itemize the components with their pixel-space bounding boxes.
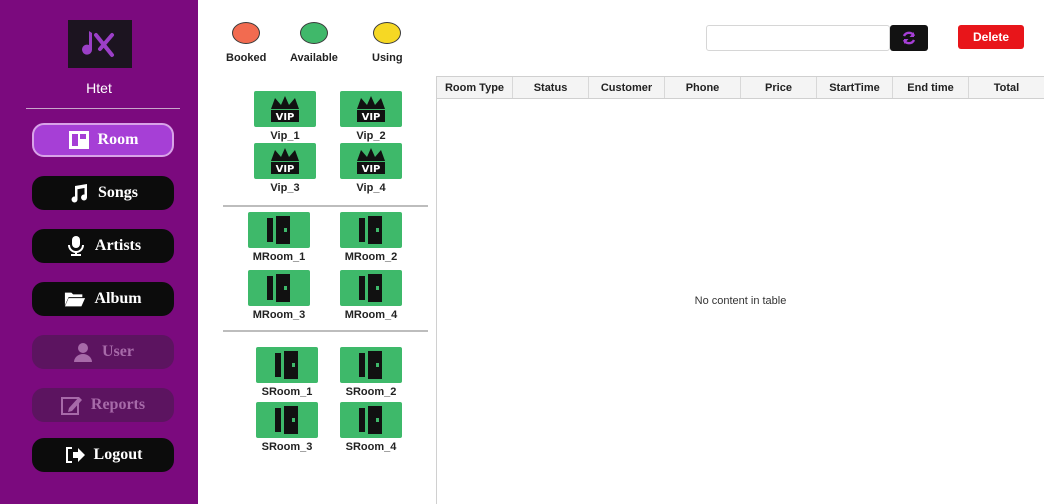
nav-logout-label: Logout xyxy=(93,446,143,463)
section-divider xyxy=(223,330,428,332)
room-label: MRoom_1 xyxy=(252,251,306,263)
nav-album-button[interactable]: Album xyxy=(32,282,174,316)
room-medium-1[interactable]: MRoom_1 xyxy=(248,212,310,263)
door-icon xyxy=(248,212,310,248)
using-indicator xyxy=(373,22,402,44)
room-medium-4[interactable]: MRoom_4 xyxy=(340,270,402,321)
table-header: Room Type Status Customer Phone Price St… xyxy=(437,77,1044,99)
empty-table-message: No content in table xyxy=(694,295,787,307)
search-input[interactable] xyxy=(706,25,890,51)
room-label: Vip_2 xyxy=(356,130,386,142)
room-label: SRoom_2 xyxy=(345,386,397,398)
vip-crown-icon: VIP xyxy=(254,143,316,179)
nav-reports-button[interactable]: Reports xyxy=(32,388,174,422)
vip-badge-text: VIP xyxy=(362,164,381,175)
room-medium-2[interactable]: MRoom_2 xyxy=(340,212,402,263)
column-header[interactable]: Customer xyxy=(589,77,665,98)
column-header[interactable]: Room Type xyxy=(437,77,513,98)
vip-badge-text: VIP xyxy=(362,112,381,123)
room-vip-2[interactable]: VIP Vip_2 xyxy=(340,91,402,142)
door-icon xyxy=(256,402,318,438)
booked-label: Booked xyxy=(226,52,267,64)
door-icon xyxy=(256,347,318,383)
room-label: SRoom_1 xyxy=(261,386,313,398)
section-divider xyxy=(223,205,428,207)
music-note-icon xyxy=(71,184,88,203)
nav-songs-label: Songs xyxy=(97,184,139,201)
music-logo-icon xyxy=(82,31,114,57)
column-header[interactable]: Total xyxy=(969,77,1044,98)
room-vip-4[interactable]: VIP Vip_4 xyxy=(340,143,402,194)
vip-crown-icon: VIP xyxy=(340,143,402,179)
refresh-icon xyxy=(902,31,916,45)
bookings-table[interactable]: Room Type Status Customer Phone Price St… xyxy=(436,76,1044,504)
nav-user-button[interactable]: User xyxy=(32,335,174,369)
column-header[interactable]: Price xyxy=(741,77,817,98)
nav-artists-label: Artists xyxy=(94,237,142,254)
room-icon xyxy=(68,131,89,149)
user-icon xyxy=(74,343,92,362)
room-label: MRoom_2 xyxy=(344,251,398,263)
sidebar: Htet Room Songs Artists Album User Repor… xyxy=(0,0,198,504)
logout-icon xyxy=(65,447,85,463)
nav-album-label: Album xyxy=(94,290,142,307)
vip-badge-text: VIP xyxy=(276,112,295,123)
booked-indicator xyxy=(232,22,261,44)
refresh-button[interactable] xyxy=(890,25,928,51)
room-vip-3[interactable]: VIP Vip_3 xyxy=(254,143,316,194)
door-icon xyxy=(340,347,402,383)
room-label: MRoom_4 xyxy=(344,309,398,321)
nav-room-button[interactable]: Room xyxy=(32,123,174,157)
room-label: SRoom_3 xyxy=(261,441,313,453)
vip-badge-text: VIP xyxy=(276,164,295,175)
room-label: Vip_1 xyxy=(270,130,300,142)
room-small-4[interactable]: SRoom_4 xyxy=(340,402,402,453)
room-label: SRoom_4 xyxy=(345,441,397,453)
legend-using: Using xyxy=(372,22,403,64)
nav-artists-button[interactable]: Artists xyxy=(32,229,174,263)
room-small-1[interactable]: SRoom_1 xyxy=(256,347,318,398)
room-medium-3[interactable]: MRoom_3 xyxy=(248,270,310,321)
available-label: Available xyxy=(290,52,338,64)
door-icon xyxy=(248,270,310,306)
room-vip-1[interactable]: VIP Vip_1 xyxy=(254,91,316,142)
room-label: Vip_4 xyxy=(356,182,386,194)
microphone-icon xyxy=(67,236,84,256)
nav-songs-button[interactable]: Songs xyxy=(32,176,174,210)
edit-icon xyxy=(60,397,82,415)
delete-button[interactable]: Delete xyxy=(958,25,1024,49)
folder-icon xyxy=(65,292,86,307)
door-icon xyxy=(340,270,402,306)
room-label: MRoom_3 xyxy=(252,309,306,321)
app-logo xyxy=(68,20,132,68)
column-header[interactable]: Phone xyxy=(665,77,741,98)
room-small-2[interactable]: SRoom_2 xyxy=(340,347,402,398)
legend-booked: Booked xyxy=(226,22,266,64)
door-icon xyxy=(340,212,402,248)
room-label: Vip_3 xyxy=(270,182,300,194)
nav-logout-button[interactable]: Logout xyxy=(32,438,174,472)
column-header[interactable]: Status xyxy=(513,77,589,98)
nav-reports-label: Reports xyxy=(90,396,146,413)
legend-available: Available xyxy=(290,22,338,64)
column-header[interactable]: StartTime xyxy=(817,77,893,98)
using-label: Using xyxy=(372,52,403,64)
column-header[interactable]: End time xyxy=(893,77,969,98)
room-small-3[interactable]: SRoom_3 xyxy=(256,402,318,453)
vip-crown-icon: VIP xyxy=(340,91,402,127)
sidebar-divider xyxy=(26,108,180,109)
available-indicator xyxy=(299,22,328,44)
nav-room-label: Room xyxy=(97,131,139,148)
nav-user-label: User xyxy=(102,343,134,360)
door-icon xyxy=(340,402,402,438)
vip-crown-icon: VIP xyxy=(254,91,316,127)
user-name: Htet xyxy=(86,80,112,96)
